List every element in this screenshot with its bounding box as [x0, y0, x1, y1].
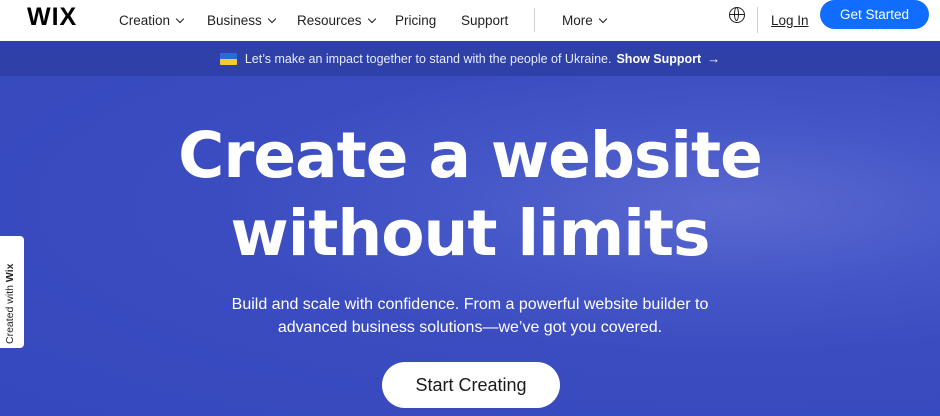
- nav-business-label: Business: [207, 13, 262, 28]
- hero-headline-line2: without limits: [230, 197, 711, 270]
- nav-support[interactable]: Support: [461, 0, 508, 41]
- banner-text: Let’s make an impact together to stand w…: [244, 51, 612, 66]
- chevron-down-icon: [175, 14, 185, 24]
- ukraine-flag-icon: [219, 52, 237, 65]
- start-creating-button[interactable]: Start Creating: [382, 362, 560, 408]
- chevron-down-icon: [598, 14, 608, 24]
- nav-divider: [534, 8, 535, 32]
- show-support-link[interactable]: Show Support: [616, 52, 701, 66]
- wix-brand-text: Wix: [4, 263, 16, 283]
- login-link[interactable]: Log In: [771, 0, 809, 41]
- nav-creation[interactable]: Creation: [119, 0, 185, 41]
- chevron-down-icon: [367, 14, 376, 24]
- nav-more-label: More: [562, 13, 593, 28]
- created-with-text: Created with: [4, 285, 16, 344]
- created-with-wix-label: Created with Wix: [4, 264, 16, 344]
- nav-creation-label: Creation: [119, 13, 171, 28]
- hero-subtitle-line2: advanced business solutions—we’ve got yo…: [277, 319, 663, 336]
- top-navigation: WIX Creation Business Resources Pricing …: [0, 0, 940, 41]
- nav-divider: [757, 7, 758, 33]
- hero-subtitle-line1: Build and scale with confidence. From a …: [231, 296, 709, 313]
- nav-pricing[interactable]: Pricing: [395, 0, 436, 41]
- nav-more[interactable]: More: [562, 0, 608, 41]
- nav-resources-label: Resources: [297, 13, 362, 28]
- nav-support-label: Support: [461, 13, 509, 28]
- nav-business[interactable]: Business: [207, 0, 277, 41]
- announcement-banner: Let’s make an impact together to stand w…: [0, 41, 940, 76]
- nav-pricing-label: Pricing: [395, 13, 437, 28]
- chevron-down-icon: [267, 14, 277, 24]
- get-started-button[interactable]: Get Started: [820, 0, 929, 29]
- arrow-right-icon: →: [707, 51, 721, 66]
- wix-logo[interactable]: WIX: [27, 3, 77, 32]
- globe-icon[interactable]: [729, 6, 745, 23]
- nav-resources[interactable]: Resources: [297, 0, 376, 41]
- hero-headline-line1: Create a website: [178, 119, 763, 192]
